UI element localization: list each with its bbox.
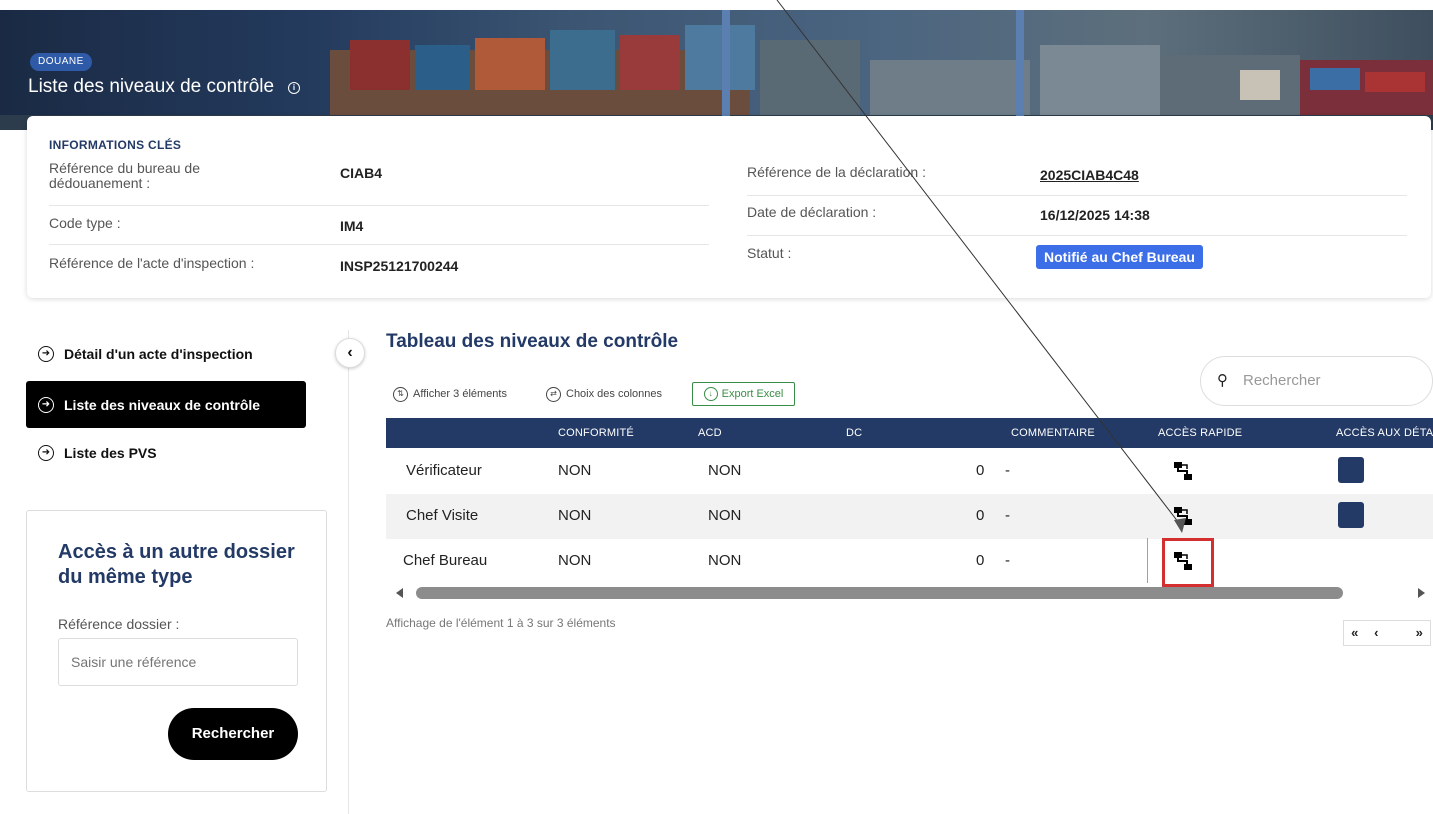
crane-pillar (722, 10, 730, 120)
sort-icon: ⇅ (393, 386, 408, 402)
quick-access-icon[interactable] (1173, 506, 1193, 526)
column-choice-label: Choix des colonnes (566, 388, 663, 400)
cell-role: Vérificateur (406, 462, 482, 479)
show-elements-button[interactable]: ⇅ Afficher 3 éléments (393, 384, 507, 404)
inspection-ref-label: Référence de l'acte d'inspection : (49, 255, 255, 271)
scroll-left-arrow-icon[interactable] (396, 588, 403, 598)
table-row: Chef Bureau NON NON 0 - (386, 539, 1433, 584)
column-choice-button[interactable]: ⇄ Choix des colonnes (546, 384, 662, 404)
declaration-ref-link[interactable]: 2025CIAB4C48 (1040, 167, 1139, 183)
table-search-input[interactable]: ⚲ Rechercher (1200, 356, 1433, 406)
last-page-button[interactable]: » (1409, 621, 1431, 645)
table-row: Vérificateur NON NON 0 - (386, 449, 1433, 494)
search-placeholder: Rechercher (1243, 372, 1321, 389)
cell-focus-indicator (1147, 538, 1148, 583)
declaration-date-label: Date de déclaration : (747, 204, 877, 220)
divider (747, 195, 1407, 196)
export-excel-button[interactable]: ↓ Export Excel (692, 382, 795, 406)
cell-commentaire: - (1005, 462, 1010, 479)
table-title: Tableau des niveaux de contrôle (386, 331, 679, 352)
vertical-divider (348, 330, 349, 814)
page-title: Liste des niveaux de contrôle (28, 76, 275, 97)
pagination: « ‹ » (1343, 620, 1431, 646)
nav-item-liste-pvs[interactable]: ➜ Liste des PVS (26, 431, 306, 475)
file-ref-input[interactable] (58, 638, 298, 686)
arrow-right-circle-icon: ➜ (38, 396, 54, 413)
status-label: Statut : (747, 245, 792, 261)
search-file-button[interactable]: Rechercher (168, 708, 298, 760)
cell-conformite: NON (558, 507, 592, 524)
other-file-search-panel: Accès à un autre dossier du même type Ré… (26, 510, 327, 792)
cell-dc: 0 (976, 507, 985, 524)
cell-role: Chef Visite (406, 507, 479, 524)
category-badge: DOUANE (30, 53, 92, 71)
nav-item-label: Liste des PVS (64, 445, 157, 461)
cell-dc: 0 (976, 462, 985, 479)
chevron-left-icon: ‹ (347, 344, 353, 361)
inspection-ref-value: INSP25121700244 (340, 258, 459, 274)
cell-conformite: NON (558, 462, 592, 479)
column-header-commentaire[interactable]: COMMENTAIRE (1011, 427, 1095, 439)
header-banner: DOUANE Liste des niveaux de contrôle i (0, 10, 1433, 130)
scroll-right-arrow-icon[interactable] (1418, 588, 1425, 598)
nav-item-niveaux-controle[interactable]: ➜ Liste des niveaux de contrôle (26, 381, 306, 428)
cell-acd: NON (708, 462, 742, 479)
code-type-label: Code type : (49, 215, 121, 231)
quick-access-icon[interactable] (1173, 461, 1193, 481)
declaration-date-value: 16/12/2025 14:38 (1040, 207, 1150, 223)
export-excel-label: Export Excel (721, 388, 784, 400)
download-icon: ↓ (703, 387, 718, 401)
info-circle-icon[interactable]: i (288, 82, 300, 94)
divider (49, 244, 709, 245)
paging-info: Affichage de l'élément 1 à 3 sur 3 éléme… (386, 616, 616, 630)
key-info-heading: INFORMATIONS CLÉS (49, 138, 182, 152)
arrow-right-circle-icon: ➜ (38, 346, 54, 362)
status-badge: Notifié au Chef Bureau (1036, 245, 1203, 269)
cell-acd: NON (708, 507, 742, 524)
divider (49, 205, 709, 206)
divider (747, 235, 1407, 236)
nav-item-label: Détail d'un acte d'inspection (64, 346, 253, 362)
key-info-card: INFORMATIONS CLÉS Référence du bureau de… (27, 116, 1431, 298)
nav-item-detail-acte[interactable]: ➜ Détail d'un acte d'inspection (26, 332, 306, 376)
highlight-annotation-box (1162, 538, 1214, 587)
swap-icon: ⇄ (546, 386, 561, 402)
cell-acd: NON (708, 552, 742, 569)
other-file-title: Accès à un autre dossier du même type (58, 541, 295, 588)
previous-page-button[interactable]: ‹ (1366, 621, 1388, 645)
code-type-value: IM4 (340, 218, 364, 234)
nav-item-label: Liste des niveaux de contrôle (64, 396, 261, 413)
cell-commentaire: - (1005, 552, 1010, 569)
declaration-ref-label: Référence de la déclaration : (747, 164, 926, 180)
column-header-acces-details[interactable]: ACCÈS AUX DÉTA (1336, 427, 1433, 439)
page-number-button[interactable] (1387, 621, 1409, 645)
cell-conformite: NON (558, 552, 592, 569)
office-ref-value: CIAB4 (340, 165, 383, 181)
arrow-right-circle-icon: ➜ (38, 445, 54, 461)
cell-role: Chef Bureau (403, 552, 488, 569)
file-ref-label: Référence dossier : (58, 616, 180, 632)
scrollbar-thumb[interactable] (416, 587, 1343, 599)
search-icon: ⚲ (1217, 372, 1228, 389)
detail-access-button[interactable] (1338, 502, 1364, 528)
cell-commentaire: - (1005, 507, 1010, 524)
table-header: CONFORMITÉ ACD DC COMMENTAIRE ACCÈS RAPI… (386, 418, 1433, 448)
port-background-image (0, 25, 1433, 130)
first-page-button[interactable]: « (1344, 621, 1366, 645)
column-header-dc[interactable]: DC (846, 427, 862, 439)
detail-access-button[interactable] (1338, 457, 1364, 483)
crane-pillar (1016, 10, 1024, 120)
screen: DOUANE Liste des niveaux de contrôle i I… (0, 0, 1433, 814)
column-header-conformite[interactable]: CONFORMITÉ (558, 427, 634, 439)
office-ref-label: Référence du bureau de dédouanement : (49, 160, 200, 191)
table-row: Chef Visite NON NON 0 - (386, 494, 1433, 539)
cell-dc: 0 (976, 552, 985, 569)
horizontal-scrollbar[interactable] (386, 584, 1433, 602)
show-elements-label: Afficher 3 éléments (413, 388, 507, 400)
column-header-acd[interactable]: ACD (698, 427, 722, 439)
collapse-sidebar-button[interactable]: ‹ (335, 338, 365, 368)
column-header-acces-rapide[interactable]: ACCÈS RAPIDE (1158, 427, 1242, 439)
